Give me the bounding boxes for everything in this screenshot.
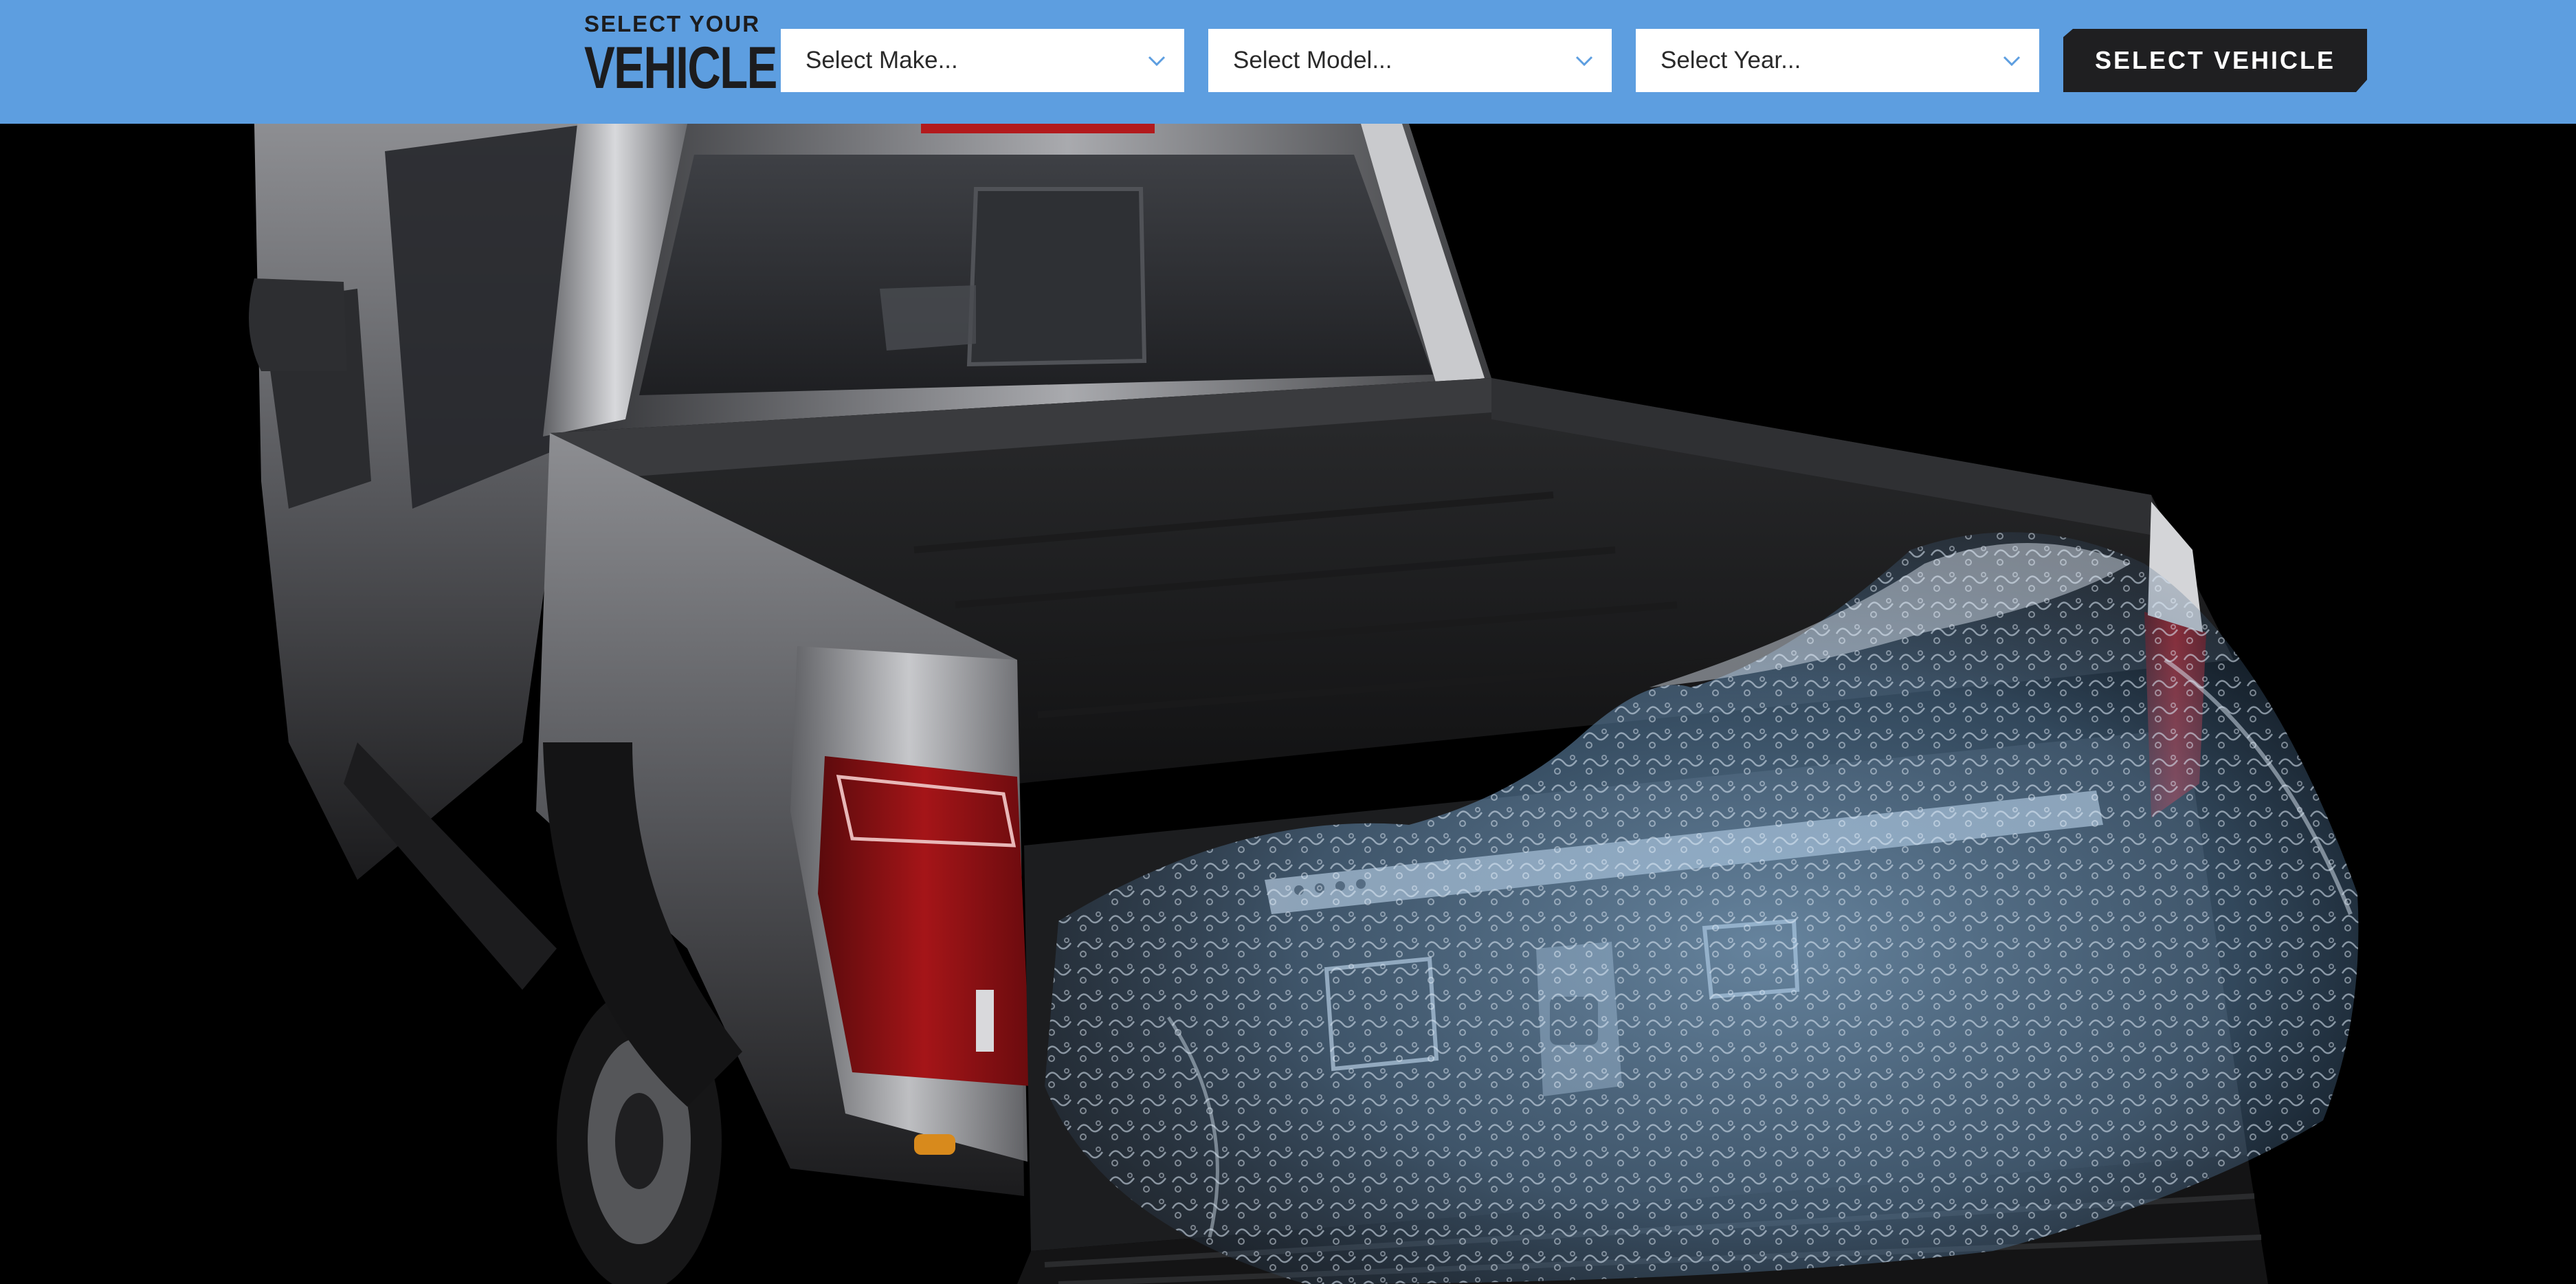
chevron-down-icon — [1148, 56, 1166, 67]
truck-illustration — [0, 124, 2576, 1284]
page: SELECT YOUR VEHICLE Select Make... Selec… — [0, 0, 2576, 1284]
model-select[interactable]: Select Model... — [1208, 29, 1612, 92]
selector-heading-line2: VEHICLE — [584, 35, 777, 101]
chevron-down-icon — [2003, 56, 2021, 67]
select-vehicle-button-label: SELECT VEHICLE — [2094, 46, 2336, 74]
model-select-value: Select Model... — [1233, 47, 1392, 74]
selector-heading: SELECT YOUR VEHICLE — [584, 11, 777, 101]
make-select[interactable]: Select Make... — [781, 29, 1184, 92]
chevron-down-icon — [1575, 56, 1593, 67]
select-vehicle-button[interactable]: SELECT VEHICLE — [2063, 29, 2367, 92]
hero-image — [0, 124, 2576, 1284]
vehicle-selector-bar: SELECT YOUR VEHICLE Select Make... Selec… — [0, 0, 2576, 124]
year-select-value: Select Year... — [1661, 47, 1801, 74]
year-select[interactable]: Select Year... — [1636, 29, 2039, 92]
selector-heading-line1: SELECT YOUR — [584, 11, 761, 36]
make-select-value: Select Make... — [806, 47, 958, 74]
